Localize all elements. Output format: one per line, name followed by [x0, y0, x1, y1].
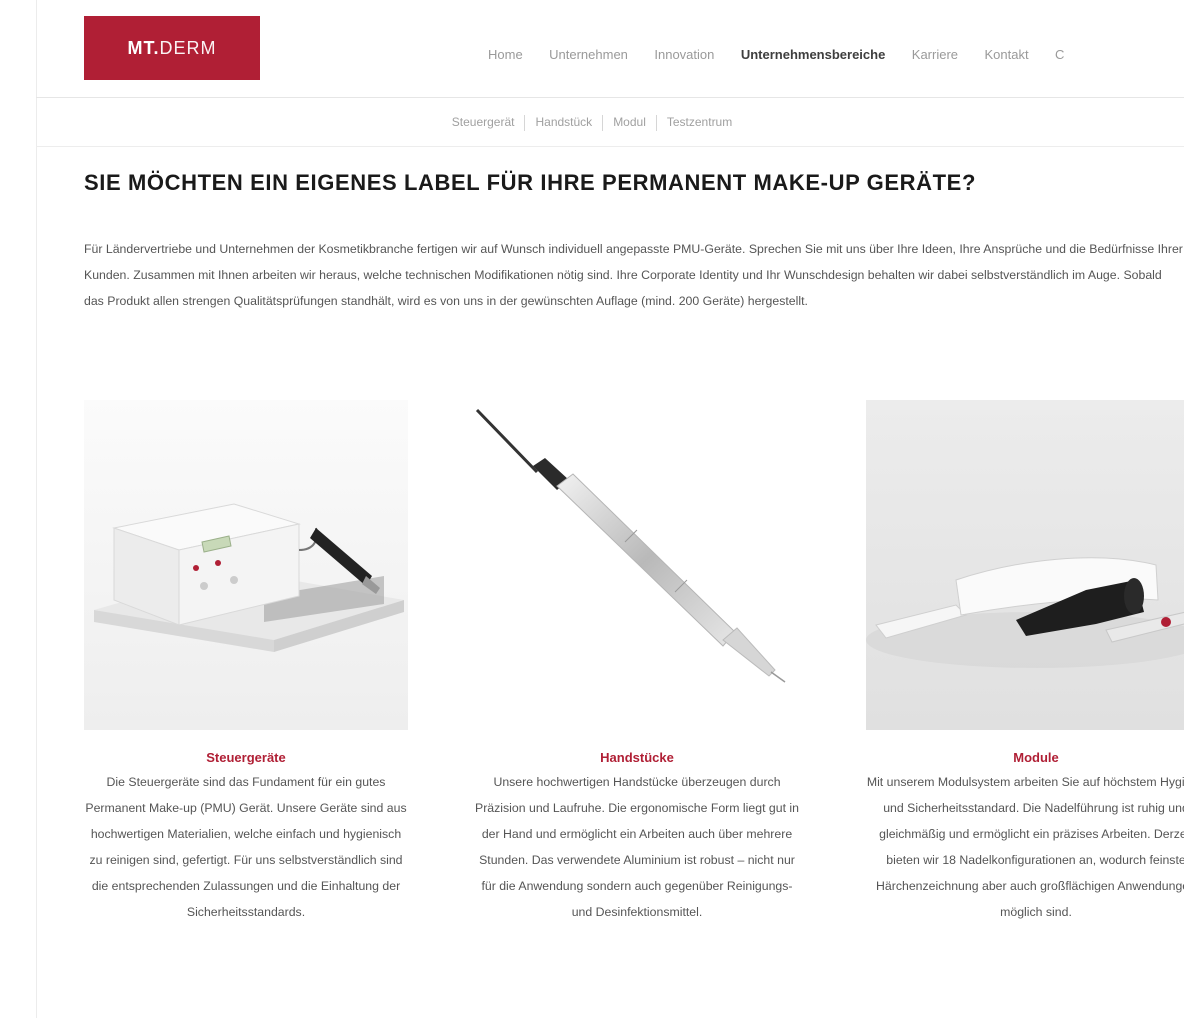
- nav-item-unternehmensbereiche[interactable]: Unternehmensbereiche: [741, 47, 886, 62]
- page-title: SIE MÖCHTEN EIN EIGENES LABEL FÜR IHRE P…: [84, 170, 976, 195]
- subnav-item-steuergeraet[interactable]: Steuergerät: [442, 115, 525, 129]
- control-unit-image[interactable]: [84, 400, 408, 730]
- product-title[interactable]: Steuergeräte: [84, 750, 408, 765]
- subnav-item-handstueck[interactable]: Handstück: [525, 115, 602, 129]
- logo-text-bold: MT.: [127, 37, 160, 58]
- nav-item-unternehmen[interactable]: Unternehmen: [549, 47, 628, 62]
- header-divider: [36, 97, 1184, 98]
- product-card-module: Module Mit unserem Modulsystem arbeiten …: [866, 400, 1184, 925]
- intro-paragraph: Für Ländervertriebe und Unternehmen der …: [84, 242, 1183, 308]
- product-description: Unsere hochwertigen Handstücke überzeuge…: [475, 775, 799, 919]
- product-description: Die Steuergeräte sind das Fundament für …: [85, 775, 407, 919]
- nav-item-karriere[interactable]: Karriere: [912, 47, 958, 62]
- nav-item-innovation[interactable]: Innovation: [654, 47, 714, 62]
- module-image[interactable]: [866, 400, 1184, 730]
- product-title[interactable]: Handstücke: [475, 750, 799, 765]
- nav-item-overflow[interactable]: C: [1055, 47, 1064, 62]
- subnav-item-modul[interactable]: Modul: [603, 115, 656, 129]
- page-border: [36, 0, 37, 1018]
- main-navigation: Home Unternehmen Innovation Unternehmens…: [488, 46, 1184, 68]
- product-card-handstuecke: Handstücke Unsere hochwertigen Handstück…: [475, 400, 799, 925]
- handpiece-illustration: [475, 408, 786, 683]
- logo-text-light: DERM: [159, 37, 217, 58]
- product-card-steuergeraete: Steuergeräte Die Steuergeräte sind das F…: [84, 400, 408, 925]
- product-title[interactable]: Module: [866, 750, 1184, 765]
- module-illustration: [866, 557, 1184, 668]
- sub-navigation: Steuergerät Handstück Modul Testzentrum: [0, 115, 1184, 131]
- handpiece-image[interactable]: [475, 400, 799, 730]
- control-unit-illustration: [94, 503, 404, 652]
- subnav-divider: [36, 146, 1184, 147]
- site-logo[interactable]: MT. DERM: [84, 16, 260, 80]
- subnav-item-testzentrum[interactable]: Testzentrum: [657, 115, 742, 129]
- nav-item-kontakt[interactable]: Kontakt: [984, 47, 1028, 62]
- product-description: Mit unserem Modulsystem arbeiten Sie auf…: [866, 775, 1184, 919]
- nav-item-home[interactable]: Home: [488, 47, 523, 62]
